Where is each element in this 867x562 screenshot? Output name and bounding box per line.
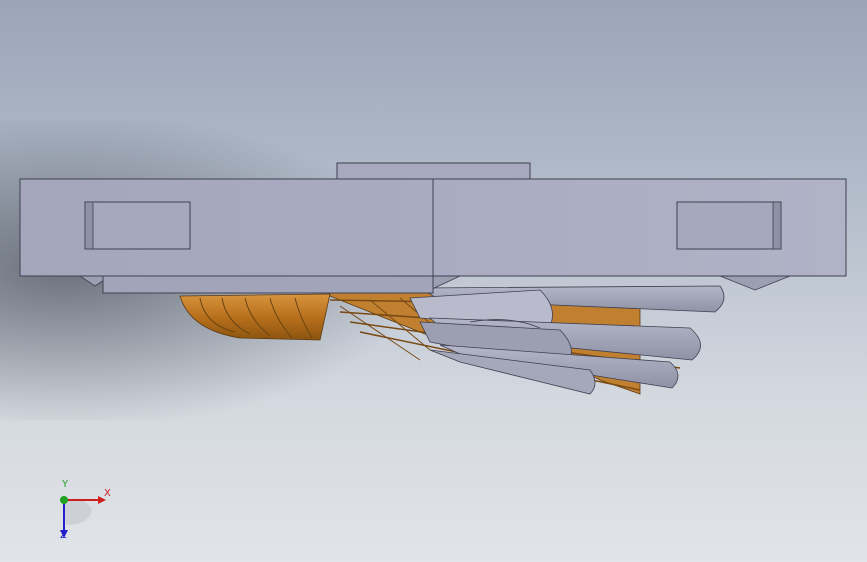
shuttlecock-cork[interactable]	[179, 293, 331, 341]
axis-x-label: X	[104, 488, 111, 499]
triad-graphic	[60, 496, 106, 538]
axis-z-label: Z	[60, 530, 67, 541]
left-slot[interactable]	[84, 201, 191, 250]
right-slot[interactable]	[676, 201, 782, 250]
lower-plate[interactable]	[102, 275, 434, 294]
axis-y-label: Y	[62, 479, 69, 490]
top-boss[interactable]	[336, 162, 531, 180]
model-view[interactable]	[0, 0, 867, 562]
shuttlecock-feathers[interactable]	[409, 285, 725, 395]
graphics-viewport[interactable]: X Y Z	[0, 0, 867, 562]
reference-triad: X Y Z	[44, 480, 124, 550]
